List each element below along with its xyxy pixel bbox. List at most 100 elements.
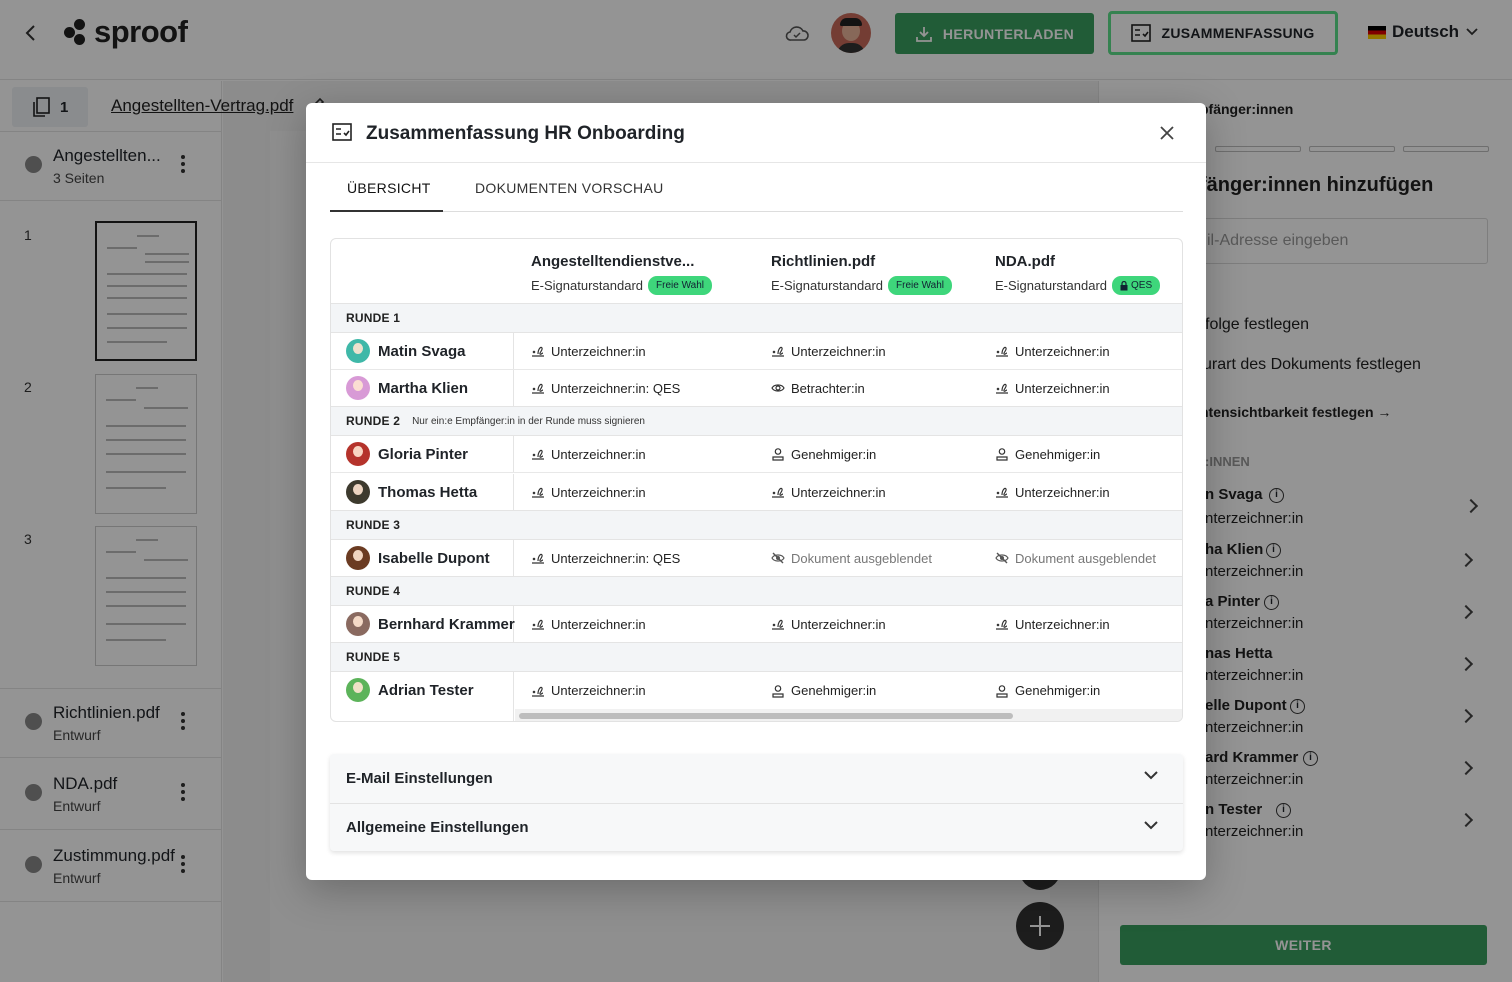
role-cell: Unterzeichner:in bbox=[995, 606, 1110, 642]
recipient-name: Bernhard Krammer bbox=[378, 615, 515, 633]
table-row: Bernhard Krammer Unterzeichner:in Unterz… bbox=[331, 606, 1182, 643]
role-cell: Dokument ausgeblendet bbox=[771, 540, 932, 576]
eye-off-icon bbox=[995, 552, 1009, 564]
role-label: Unterzeichner:in bbox=[1015, 616, 1110, 632]
settings-accordion: E-Mail Einstellungen Allgemeine Einstell… bbox=[330, 754, 1183, 851]
role-cell: Unterzeichner:in: QES bbox=[531, 540, 680, 576]
tab-overview[interactable]: ÜBERSICHT bbox=[347, 180, 431, 196]
table-row: Isabelle Dupont Unterzeichner:in: QES Do… bbox=[331, 540, 1182, 577]
role-cell: Dokument ausgeblendet bbox=[995, 540, 1156, 576]
avatar bbox=[346, 678, 370, 702]
round-label: RUNDE 3 bbox=[346, 518, 401, 532]
role-cell: Unterzeichner:in bbox=[995, 474, 1110, 510]
accordion-label: Allgemeine Einstellungen bbox=[346, 819, 529, 836]
signature-icon bbox=[532, 346, 544, 357]
lock-icon bbox=[1120, 280, 1128, 290]
email-settings-accordion[interactable]: E-Mail Einstellungen bbox=[330, 754, 1183, 802]
recipient-cell: Matin Svaga bbox=[331, 333, 514, 369]
role-cell: Unterzeichner:in bbox=[531, 436, 646, 472]
role-label: Dokument ausgeblendet bbox=[1015, 550, 1156, 566]
role-cell: Unterzeichner:in bbox=[531, 606, 646, 642]
doc-column-title: Angestelltendienstve... bbox=[531, 253, 695, 270]
role-label: Betrachter:in bbox=[791, 380, 865, 396]
approver-icon bbox=[996, 684, 1008, 698]
recipient-cell: Adrian Tester bbox=[331, 672, 514, 721]
doc-column-title: Richtlinien.pdf bbox=[771, 253, 876, 270]
recipient-cell: Martha Klien bbox=[331, 370, 514, 406]
doc-column-header: NDA.pdf E-Signaturstandard QES bbox=[995, 253, 1161, 295]
signature-icon bbox=[772, 487, 784, 498]
modal-tabs: ÜBERSICHT DOKUMENTEN VORSCHAU bbox=[330, 164, 1183, 212]
recipient-name: Thomas Hetta bbox=[378, 483, 478, 501]
approver-icon bbox=[772, 448, 784, 461]
close-icon[interactable] bbox=[1157, 123, 1177, 143]
qes-badge: QES bbox=[1112, 276, 1161, 295]
role-cell: Betrachter:in bbox=[771, 370, 865, 406]
tab-document-preview[interactable]: DOKUMENTEN VORSCHAU bbox=[475, 180, 664, 196]
signature-icon bbox=[996, 619, 1008, 630]
role-cell: Unterzeichner:in bbox=[995, 370, 1110, 406]
accordion-label: E-Mail Einstellungen bbox=[346, 769, 493, 787]
signature-icon bbox=[772, 346, 784, 357]
round-label: RUNDE 4 bbox=[346, 584, 401, 598]
role-label: Dokument ausgeblendet bbox=[791, 550, 932, 566]
qes-badge-label: QES bbox=[1131, 280, 1153, 291]
role-label: Unterzeichner:in: QES bbox=[551, 550, 681, 566]
scrollbar-thumb[interactable] bbox=[519, 713, 1013, 719]
signature-icon bbox=[772, 619, 784, 630]
role-cell: Genehmiger:in bbox=[771, 672, 876, 709]
role-cell: Unterzeichner:in bbox=[771, 606, 886, 642]
round-label: RUNDE 5 bbox=[346, 650, 401, 664]
role-cell: Unterzeichner:in bbox=[771, 333, 886, 369]
modal-header: Zusammenfassung HR Onboarding bbox=[306, 103, 1206, 163]
role-label: Unterzeichner:in bbox=[1015, 484, 1110, 500]
signature-icon bbox=[532, 487, 544, 498]
signature-icon bbox=[996, 383, 1008, 394]
avatar bbox=[346, 442, 370, 466]
role-label: Unterzeichner:in bbox=[791, 343, 886, 359]
horizontal-scrollbar[interactable] bbox=[515, 709, 1182, 721]
signature-icon bbox=[996, 346, 1008, 357]
approver-icon bbox=[772, 684, 784, 698]
role-label: Genehmiger:in bbox=[1015, 683, 1101, 698]
signature-icon bbox=[532, 619, 544, 630]
checklist-icon bbox=[332, 123, 352, 141]
avatar bbox=[346, 376, 370, 400]
round-label: RUNDE 2 bbox=[346, 414, 401, 428]
round-header: RUNDE 4 bbox=[331, 576, 1182, 606]
role-cell: Genehmiger:in bbox=[771, 436, 876, 472]
role-label: Unterzeichner:in: QES bbox=[551, 380, 681, 396]
active-tab-indicator bbox=[330, 210, 443, 212]
role-label: Genehmiger:in bbox=[791, 446, 877, 462]
role-label: Unterzeichner:in bbox=[1015, 380, 1110, 396]
modal-title: Zusammenfassung HR Onboarding bbox=[366, 123, 685, 144]
signature-standard: E-Signaturstandard bbox=[995, 278, 1108, 293]
avatar bbox=[346, 612, 370, 636]
table-row: Adrian Tester Unterzeichner:in Genehmige… bbox=[331, 672, 1182, 721]
role-cell: Unterzeichner:in bbox=[531, 474, 646, 510]
role-label: Unterzeichner:in bbox=[551, 484, 646, 500]
round-note: Nur ein:e Empfänger:in in der Runde muss… bbox=[412, 415, 645, 427]
recipient-cell: Gloria Pinter bbox=[331, 436, 514, 472]
role-cell: Unterzeichner:in bbox=[531, 333, 646, 369]
role-label: Unterzeichner:in bbox=[551, 683, 646, 698]
role-cell: Genehmiger:in bbox=[995, 672, 1100, 709]
role-cell: Unterzeichner:in bbox=[771, 474, 886, 510]
general-settings-accordion[interactable]: Allgemeine Einstellungen bbox=[330, 803, 1183, 851]
signature-standard: E-Signaturstandard bbox=[531, 278, 644, 293]
table-row: Martha Klien Unterzeichner:in: QES Betra… bbox=[331, 370, 1182, 407]
approver-icon bbox=[996, 448, 1008, 461]
role-label: Unterzeichner:in bbox=[1015, 343, 1110, 359]
avatar bbox=[346, 339, 370, 363]
role-label: Genehmiger:in bbox=[1015, 446, 1101, 462]
round-label: RUNDE 1 bbox=[346, 311, 401, 325]
doc-column-header: Richtlinien.pdf E-Signaturstandard Freie … bbox=[771, 253, 952, 295]
recipient-name: Adrian Tester bbox=[378, 681, 474, 699]
signature-icon bbox=[532, 553, 544, 564]
role-label: Genehmiger:in bbox=[791, 683, 877, 698]
table-row: Thomas Hetta Unterzeichner:in Unterzeich… bbox=[331, 474, 1182, 511]
recipient-cell: Bernhard Krammer bbox=[331, 606, 515, 642]
avatar bbox=[346, 546, 370, 570]
signature-badge: Freie Wahl bbox=[888, 276, 952, 295]
doc-column-header: Angestelltendienstve... E-Signaturstanda… bbox=[531, 253, 712, 295]
